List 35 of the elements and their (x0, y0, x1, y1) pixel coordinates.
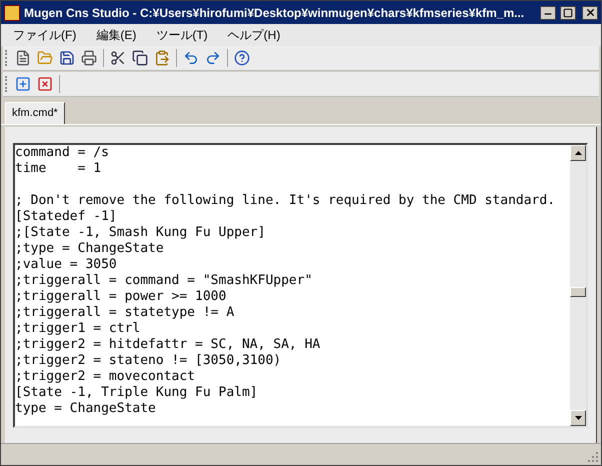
code-line: ;trigger1 = ctrl (15, 321, 140, 337)
code-line: ;trigger2 = hitdefattr = SC, NA, SA, HA (15, 337, 320, 353)
code-line: ;value = 3050 (15, 257, 117, 273)
close-icon (584, 7, 596, 18)
menu-item[interactable]: ヘルプ(H) (224, 26, 284, 44)
scroll-up-button[interactable] (570, 145, 586, 161)
code-line: ; Don't remove the following line. It's required by the CMD standard. (15, 193, 556, 209)
down-arrow-icon (574, 416, 582, 420)
close-button[interactable] (582, 6, 598, 20)
code-line: command = /s (15, 145, 109, 161)
up-arrow-icon (574, 151, 582, 155)
menu-item[interactable]: ファイル(F) (9, 26, 80, 44)
scroll-down-button[interactable] (570, 410, 586, 426)
code-line: ;triggerall = statetype != A (15, 305, 234, 321)
code-line: [Statedef -1] (15, 209, 117, 225)
code-line: ;trigger2 = stateno != [3050,3100) (15, 353, 282, 369)
minimize-button[interactable] (540, 6, 556, 20)
code-line: ;trigger2 = movecontact (15, 369, 196, 385)
code-line: ;type = ChangeState (15, 241, 164, 257)
scroll-thumb[interactable] (570, 287, 586, 297)
code-line: type = ChangeState (15, 401, 156, 417)
scrollbar[interactable] (570, 145, 586, 426)
maximize-button[interactable] (560, 6, 576, 20)
maximize-icon (563, 8, 573, 18)
code-line: ;triggerall = power >= 1000 (15, 289, 226, 305)
code-line: [State -1, Triple Kung Fu Palm] (15, 385, 258, 401)
window-title: Mugen Cns Studio - C:¥Users¥hirofumi¥Desktop¥winmugen¥chars¥kfmseries¥kfm_m... (24, 4, 526, 22)
file-tab[interactable]: kfm.cmd* (5, 102, 65, 124)
code-line: time = 1 (15, 161, 102, 177)
app-icon (4, 4, 20, 20)
resize-grip-icon[interactable] (587, 451, 599, 463)
code-line: ;triggerall = command = "SmashKFUpper" (15, 273, 312, 289)
menu-item[interactable]: 編集(E) (92, 26, 140, 44)
code-line: ;[State -1, Smash Kung Fu Upper] (15, 225, 266, 241)
menu-item[interactable]: ツール(T) (152, 26, 212, 44)
